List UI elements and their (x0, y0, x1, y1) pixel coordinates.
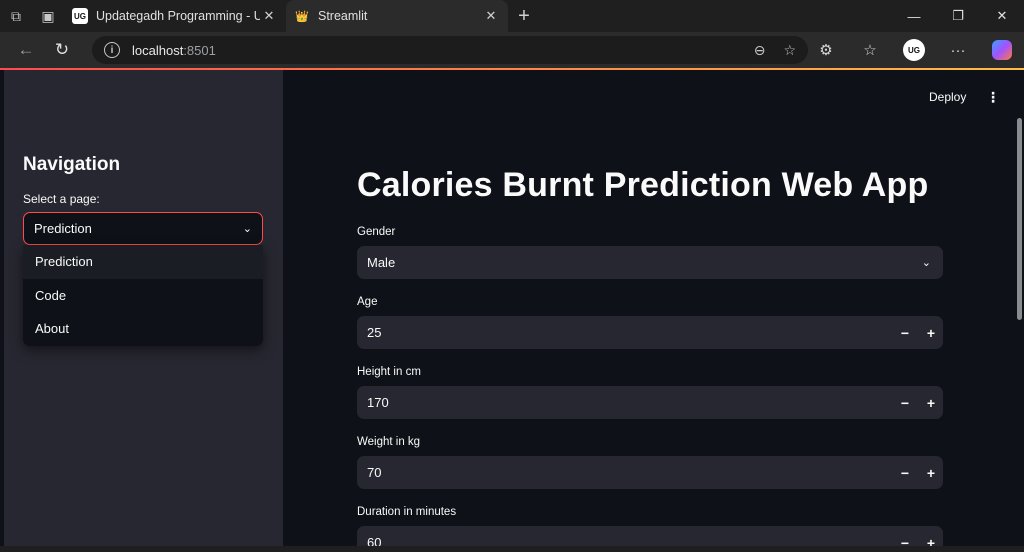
decrement-icon[interactable]: − (901, 395, 909, 411)
weight-value: 70 (367, 465, 382, 480)
increment-icon[interactable]: + (927, 465, 935, 481)
vertical-tabs-icon[interactable]: ▣ (32, 0, 64, 32)
select-page-label: Select a page: (23, 192, 100, 206)
age-input[interactable]: 25 − + (357, 316, 943, 349)
url-port: :8501 (183, 42, 216, 58)
sidebar: Navigation Select a page: Prediction ⌄ P… (4, 70, 283, 546)
gender-select[interactable]: Male ⌄ (357, 246, 943, 279)
updategadh-favicon-icon: UG (72, 8, 88, 24)
address-bar[interactable]: i localhost :8501 ⊖ ☆ (92, 36, 808, 64)
duration-value: 60 (367, 535, 382, 546)
streamlit-favicon-icon: 👑 (295, 10, 309, 23)
profile-button[interactable]: UG (892, 39, 936, 61)
back-icon[interactable]: ← (8, 32, 44, 68)
decrement-icon[interactable]: − (901, 325, 909, 341)
gender-value: Male (367, 255, 396, 270)
dropdown-option-prediction[interactable]: Prediction (23, 245, 263, 279)
browser-tab-streamlit[interactable]: 👑 Streamlit ✕ (286, 0, 508, 32)
duration-label: Duration in minutes (357, 506, 457, 518)
browser-tab-updategadh[interactable]: UG Updategadh Programming - Upd ✕ (64, 0, 286, 32)
extensions-icon[interactable]: ⚙ (804, 41, 848, 59)
height-value: 170 (367, 395, 389, 410)
new-tab-icon[interactable]: + (508, 0, 540, 32)
copilot-button[interactable] (980, 40, 1024, 60)
weight-label: Weight in kg (357, 436, 421, 448)
screen: ⧉ ▣ UG Updategadh Programming - Upd ✕ 👑 … (0, 0, 1024, 552)
page-title: Calories Burnt Prediction Web App (357, 166, 929, 204)
copilot-icon (992, 40, 1012, 60)
browser-tab-bar: ⧉ ▣ UG Updategadh Programming - Upd ✕ 👑 … (0, 0, 1024, 32)
duration-input[interactable]: 60 − + (357, 526, 943, 546)
main-menu-icon[interactable]: ⋮ (986, 89, 1000, 106)
decrement-icon[interactable]: − (901, 535, 909, 547)
close-tab-icon[interactable]: ✕ (260, 8, 278, 24)
avatar: UG (903, 39, 925, 61)
tab-title: Updategadh Programming - Upd (96, 9, 260, 23)
favorite-star-icon[interactable]: ☆ (783, 42, 796, 59)
chevron-down-icon: ⌄ (242, 223, 252, 235)
browser-toolbar: ← ↻ i localhost :8501 ⊖ ☆ ⚙ ☆ UG ··· (0, 32, 1024, 68)
height-input[interactable]: 170 − + (357, 386, 943, 419)
increment-icon[interactable]: + (927, 535, 935, 547)
reload-icon[interactable]: ↻ (44, 32, 80, 68)
close-tab-icon[interactable]: ✕ (482, 8, 500, 24)
chevron-down-icon: ⌄ (921, 257, 931, 269)
increment-icon[interactable]: + (927, 395, 935, 411)
height-label: Height in cm (357, 366, 421, 378)
dropdown-option-code[interactable]: Code (23, 279, 263, 313)
site-info-icon[interactable]: i (104, 42, 120, 58)
tab-title: Streamlit (318, 9, 368, 23)
favorites-icon[interactable]: ☆ (848, 41, 892, 59)
url-host: localhost (132, 42, 184, 58)
decrement-icon[interactable]: − (901, 465, 909, 481)
page-select[interactable]: Prediction ⌄ (23, 212, 263, 245)
sidebar-title: Navigation (23, 154, 121, 175)
age-label: Age (357, 296, 378, 308)
minimize-icon[interactable]: — (892, 0, 936, 32)
increment-icon[interactable]: + (927, 325, 935, 341)
gender-label: Gender (357, 226, 396, 238)
window-bottom-edge (0, 546, 1024, 552)
close-window-icon[interactable]: ✕ (980, 0, 1024, 32)
zoom-icon[interactable]: ⊖ (754, 42, 766, 59)
age-value: 25 (367, 325, 382, 340)
main-content: Deploy ⋮ Calories Burnt Prediction Web A… (283, 70, 1018, 546)
restore-icon[interactable]: ❐ (936, 0, 980, 32)
page-select-dropdown: Prediction Code About (23, 245, 263, 346)
page-select-value: Prediction (34, 221, 92, 236)
deploy-button[interactable]: Deploy (929, 90, 966, 104)
dropdown-option-about[interactable]: About (23, 312, 263, 346)
more-options-icon[interactable]: ··· (936, 42, 980, 59)
weight-input[interactable]: 70 − + (357, 456, 943, 489)
workspaces-icon[interactable]: ⧉ (0, 0, 32, 32)
scrollbar-thumb[interactable] (1017, 118, 1022, 320)
